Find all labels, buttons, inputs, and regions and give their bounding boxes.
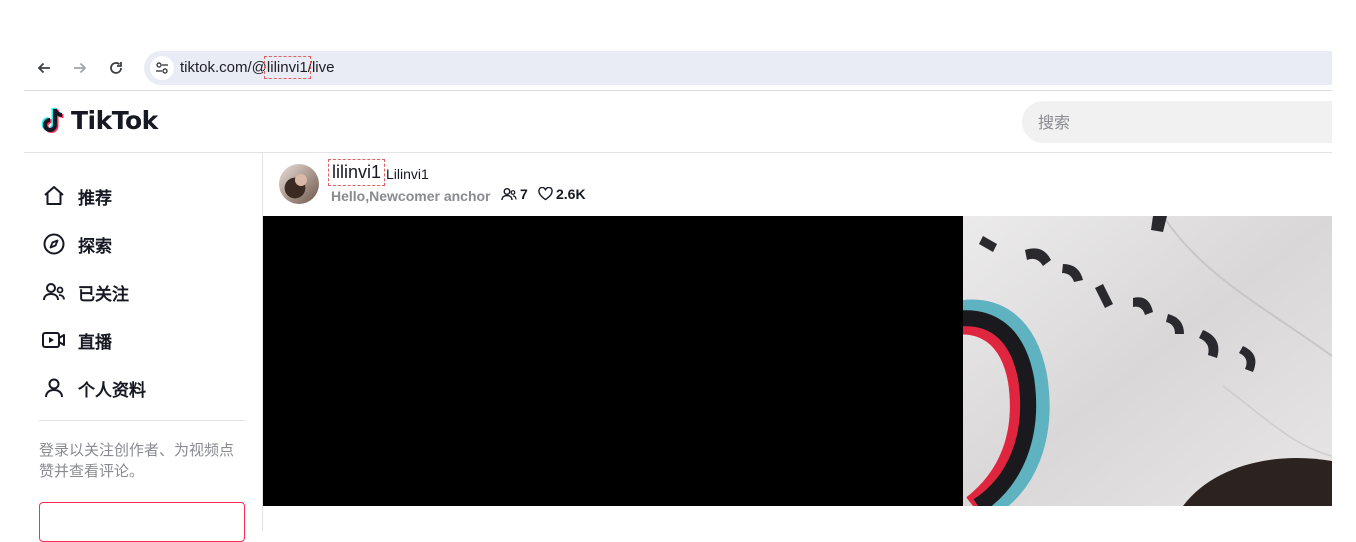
sidebar-item-live[interactable]: 直播	[40, 324, 112, 356]
like-count-value: 2.6K	[556, 186, 586, 202]
arrow-right-icon	[74, 62, 87, 74]
sidebar-item-recommended[interactable]: 推荐	[40, 180, 112, 212]
reload-icon	[110, 62, 122, 74]
url-suffix: /live	[307, 59, 335, 76]
url-username: lilinvi1	[263, 56, 311, 79]
following-icon	[40, 278, 68, 306]
home-icon	[40, 182, 68, 210]
sidebar-divider	[39, 420, 245, 421]
reload-button[interactable]	[104, 56, 128, 80]
sidebar-item-label: 个人资料	[78, 380, 146, 401]
sidebar: 推荐 探索 已关注 直播 个人资料 登录以关注创作者、为视频点赞并查看评论。	[24, 153, 263, 542]
login-button[interactable]	[39, 502, 245, 542]
site-header: TikTok	[24, 91, 1332, 153]
compass-icon	[40, 230, 68, 258]
sidebar-item-profile[interactable]: 个人资料	[40, 372, 146, 404]
browser-toolbar: tiktok.com/@lilinvi1/live	[24, 44, 1332, 90]
search-input[interactable]	[1022, 101, 1332, 143]
url-text: tiktok.com/@lilinvi1/live	[180, 56, 335, 79]
logo-wordmark: TikTok	[71, 105, 158, 135]
heart-icon	[538, 187, 553, 201]
arrow-left-icon	[37, 62, 50, 74]
tiktok-logo[interactable]: TikTok	[42, 105, 158, 135]
sidebar-item-explore[interactable]: 探索	[40, 228, 112, 260]
sidebar-item-label: 探索	[78, 236, 112, 257]
forward-button[interactable]	[68, 56, 92, 80]
site-info-button[interactable]	[150, 56, 174, 80]
live-video-frame[interactable]	[963, 216, 1332, 506]
viewer-count-value: 7	[520, 186, 528, 202]
like-count: 2.6K	[538, 186, 586, 202]
url-prefix: tiktok.com/@	[180, 59, 267, 76]
tune-icon	[156, 62, 168, 74]
avatar[interactable]	[279, 164, 319, 204]
tiktok-note-icon	[42, 107, 64, 133]
anchor-nickname: Lilinvi1	[386, 166, 429, 182]
sidebar-item-label: 直播	[78, 332, 112, 353]
back-button[interactable]	[32, 56, 56, 80]
live-video-player[interactable]	[263, 216, 963, 506]
sidebar-item-following[interactable]: 已关注	[40, 276, 129, 308]
sidebar-item-label: 已关注	[78, 284, 129, 305]
login-hint: 登录以关注创作者、为视频点赞并查看评论。	[39, 441, 235, 480]
live-scene-image	[963, 216, 1332, 506]
sidebar-item-label: 推荐	[78, 188, 112, 209]
address-bar[interactable]: tiktok.com/@lilinvi1/live	[144, 51, 1332, 85]
viewers-icon	[501, 188, 517, 201]
live-room: lilinvi1 Lilinvi1 Hello,Newcomer anchor …	[263, 153, 1332, 531]
anchor-bio: Hello,Newcomer anchor	[331, 188, 491, 204]
profile-icon	[40, 374, 68, 402]
anchor-username[interactable]: lilinvi1	[327, 159, 386, 186]
live-icon	[40, 326, 68, 354]
viewer-count: 7	[501, 186, 528, 202]
